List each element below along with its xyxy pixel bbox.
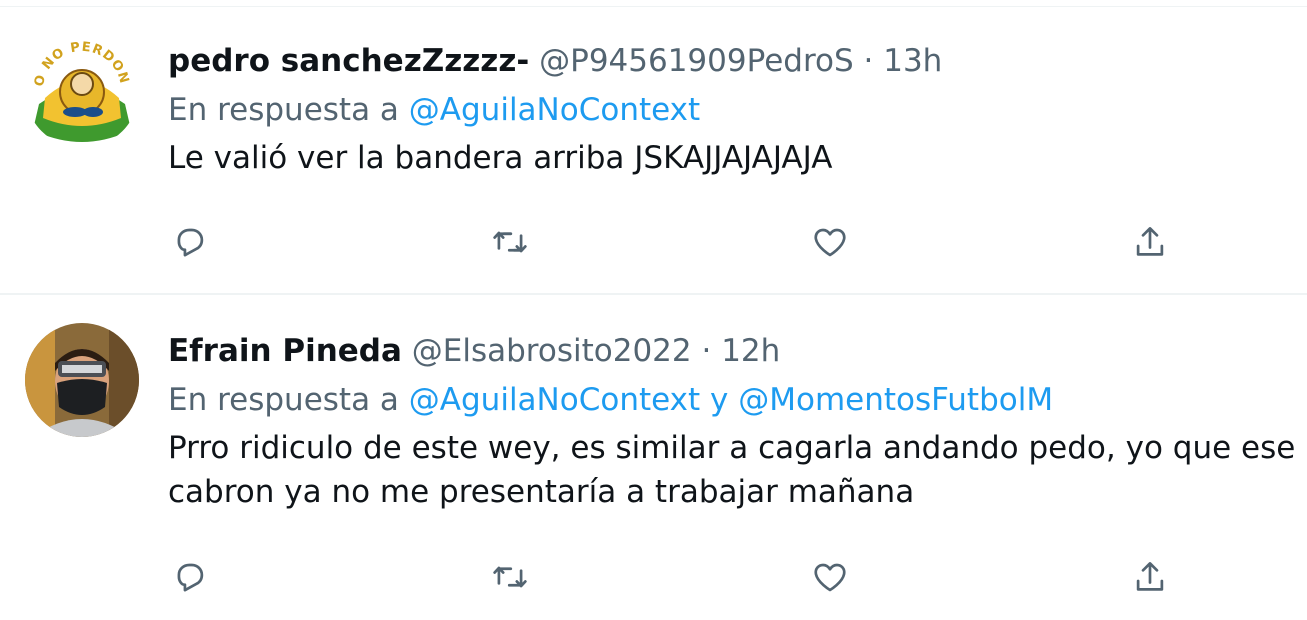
reply-button[interactable] <box>168 220 212 264</box>
retweet-icon <box>493 566 527 588</box>
mention-link[interactable]: @AguilaNoContext <box>409 382 700 418</box>
share-button[interactable] <box>1128 555 1172 599</box>
tweet-actions <box>168 220 1178 264</box>
tweet-item[interactable]: Efrain Pineda @Elsabrosito2022 · 12h En … <box>0 295 1307 620</box>
tweet-header: pedro sanchezZzzzz- @P94561909PedroS · 1… <box>168 38 1297 84</box>
avatar-image: YO NO PERDONO <box>25 34 139 148</box>
avatar[interactable]: YO NO PERDONO <box>25 34 139 148</box>
mention-joiner: y <box>710 382 729 418</box>
heart-icon <box>814 228 846 257</box>
tweet-header: Efrain Pineda @Elsabrosito2022 · 12h <box>168 328 1297 374</box>
timestamp[interactable]: 13h <box>883 43 942 79</box>
display-name[interactable]: Efrain Pineda <box>168 333 402 369</box>
tweet-content: Efrain Pineda @Elsabrosito2022 · 12h En … <box>168 328 1297 514</box>
separator: · <box>863 43 874 79</box>
reply-context: En respuesta a @AguilaNoContext <box>168 84 1297 136</box>
user-handle[interactable]: @Elsabrosito2022 <box>412 333 692 369</box>
share-icon <box>1136 227 1164 256</box>
share-icon <box>1136 562 1164 591</box>
tweet-text-line: Prro ridiculo de este wey, es similar a … <box>168 430 1296 466</box>
tweet-actions <box>168 555 1178 599</box>
mention-link[interactable]: @MomentosFutbolM <box>738 382 1053 418</box>
tweet-text-line: cabron ya no me presentaría a trabajar m… <box>168 474 915 510</box>
reply-icon <box>177 228 204 257</box>
retweet-button[interactable] <box>488 220 532 264</box>
avatar-image <box>25 323 139 437</box>
reply-prefix: En respuesta a <box>168 382 399 418</box>
tweet-content: pedro sanchezZzzzz- @P94561909PedroS · 1… <box>168 38 1297 180</box>
share-button[interactable] <box>1128 220 1172 264</box>
timestamp[interactable]: 12h <box>721 333 780 369</box>
reply-button[interactable] <box>168 555 212 599</box>
user-handle[interactable]: @P94561909PedroS <box>539 43 854 79</box>
heart-icon <box>814 563 846 592</box>
display-name[interactable]: pedro sanchezZzzzz- <box>168 43 529 79</box>
reply-prefix: En respuesta a <box>168 92 399 128</box>
tweet-text: Prro ridiculo de este wey, es similar a … <box>168 426 1297 514</box>
reply-context: En respuesta a @AguilaNoContext y @Momen… <box>168 374 1297 426</box>
reply-icon <box>177 563 204 592</box>
top-divider <box>0 6 1307 7</box>
avatar[interactable] <box>25 323 139 437</box>
mention-link[interactable]: @AguilaNoContext <box>409 92 700 128</box>
like-button[interactable] <box>808 555 852 599</box>
separator: · <box>701 333 712 369</box>
like-button[interactable] <box>808 220 852 264</box>
retweet-button[interactable] <box>488 555 532 599</box>
tweet-text: Le valió ver la bandera arriba JSKAJJAJA… <box>168 140 833 176</box>
retweet-icon <box>493 231 527 253</box>
tweet-feed: YO NO PERDONO pedro sanchezZzzzz- @P9456… <box>0 0 1307 620</box>
tweet-item[interactable]: YO NO PERDONO pedro sanchezZzzzz- @P9456… <box>0 8 1307 293</box>
